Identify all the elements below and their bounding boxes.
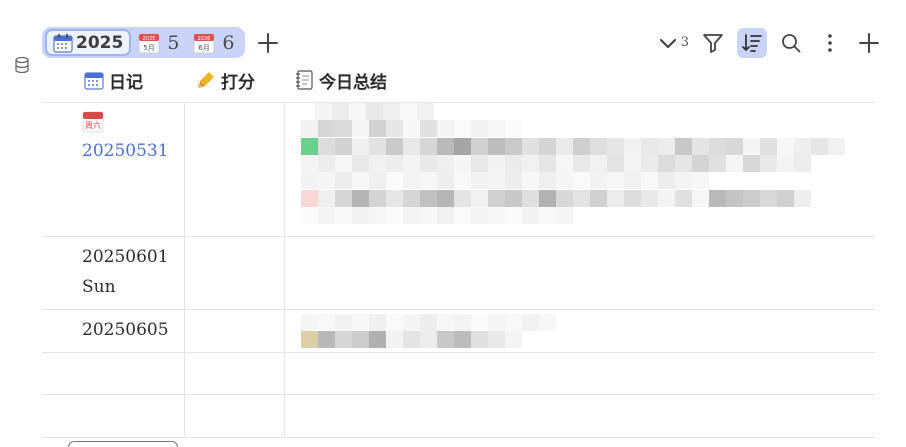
column-header-label: 日记	[109, 72, 143, 93]
date-cell[interactable]	[42, 395, 185, 437]
add-view-icon[interactable]	[257, 32, 279, 54]
svg-text:2026: 2026	[198, 36, 211, 42]
database-icon	[15, 56, 29, 74]
tab-view-6[interactable]: 2026 6月 6	[186, 29, 241, 56]
table-row[interactable]	[42, 353, 875, 395]
table-row[interactable]: 20250605	[42, 310, 875, 353]
svg-text:周六: 周六	[85, 120, 101, 130]
more-button[interactable]	[815, 28, 845, 58]
date-cell[interactable]: 20250605	[42, 310, 185, 352]
score-cell[interactable]	[185, 353, 285, 394]
tab-view-2025[interactable]: 2025	[45, 29, 132, 56]
diary-date: 20250601	[82, 247, 169, 267]
filter-icon	[703, 33, 723, 53]
column-header-diary[interactable]: 日记	[84, 66, 143, 94]
table-row[interactable]: 20250601 Sun	[42, 237, 875, 310]
column-header-score[interactable]: 打分	[196, 66, 255, 94]
score-cell[interactable]	[185, 310, 285, 352]
redacted-content	[315, 103, 434, 120]
table-row[interactable]	[42, 395, 875, 438]
score-cell[interactable]	[185, 395, 285, 437]
redacted-content	[301, 314, 556, 331]
date-cell[interactable]: 周六 20250531	[42, 103, 185, 236]
summary-cell-redacted[interactable]	[285, 103, 875, 236]
diary-weekday: Sun	[82, 277, 116, 297]
diary-date-link[interactable]: 20250531	[82, 139, 184, 163]
chevron-down-icon	[659, 38, 676, 48]
tab-label: 5	[167, 31, 180, 54]
date-cell[interactable]	[42, 353, 185, 394]
view-tab-group: 2025 2025 5月 5 2026 6月 6	[42, 27, 245, 58]
notebook-icon	[296, 70, 313, 90]
summary-cell[interactable]	[285, 353, 875, 394]
diary-table: 周六 20250531 20250601 Sun 20250605	[42, 102, 875, 438]
calendar-page-icon: 2025 5月	[138, 33, 160, 53]
group-button[interactable]: 3	[658, 28, 689, 58]
score-cell[interactable]	[185, 237, 285, 309]
calendar-icon	[53, 33, 73, 53]
add-icon	[859, 32, 879, 53]
group-count: 3	[680, 35, 689, 50]
column-header-label: 打分	[221, 72, 255, 93]
sort-button[interactable]	[737, 27, 767, 58]
date-cell[interactable]: 20250601 Sun	[42, 237, 185, 309]
svg-text:5月: 5月	[144, 44, 155, 52]
search-button[interactable]	[776, 28, 806, 58]
tab-label: 2025	[76, 32, 124, 53]
filter-button[interactable]	[698, 28, 728, 58]
calendar-icon	[84, 72, 104, 90]
tab-label: 6	[222, 31, 235, 54]
summary-cell-redacted[interactable]	[285, 310, 875, 352]
svg-text:6月: 6月	[199, 44, 210, 52]
more-icon	[828, 33, 832, 52]
sort-icon	[742, 33, 762, 52]
view-tabs: 2025 2025 5月 5 2026 6月 6	[42, 27, 279, 58]
tab-view-5[interactable]: 2025 5月 5	[131, 29, 186, 56]
weekday-calendar-icon: 周六	[82, 111, 104, 133]
column-header-summary[interactable]: 今日总结	[294, 66, 387, 94]
view-toolbar: 3	[649, 27, 884, 58]
summary-cell[interactable]	[285, 237, 875, 309]
calendar-page-icon: 2026 6月	[193, 33, 215, 53]
score-cell[interactable]	[185, 103, 285, 236]
summary-cell[interactable]	[285, 395, 875, 437]
svg-text:2025: 2025	[143, 36, 156, 42]
load-more-button[interactable]	[68, 441, 178, 447]
table-row[interactable]: 周六 20250531	[42, 103, 875, 237]
writing-hand-icon	[198, 72, 214, 88]
diary-date: 20250605	[82, 320, 169, 340]
add-row-button[interactable]	[854, 28, 884, 58]
search-icon	[782, 33, 801, 52]
column-header-label: 今日总结	[319, 72, 387, 93]
